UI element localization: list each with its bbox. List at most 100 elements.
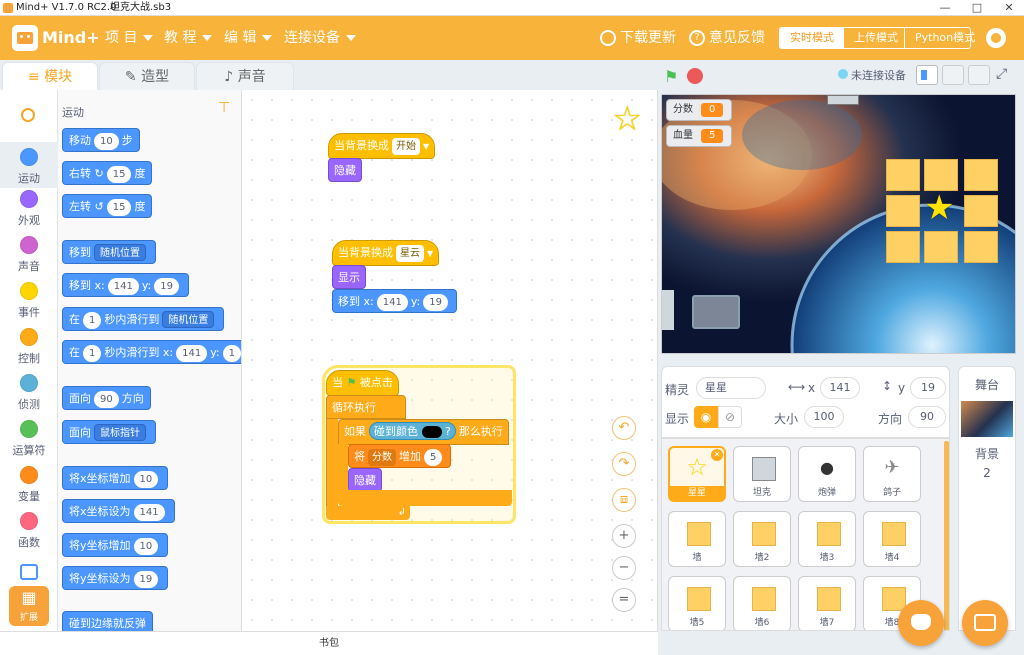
sprite-name-input[interactable]: 星星	[696, 377, 766, 399]
category-functions[interactable]: 函数	[0, 512, 58, 550]
block-bounce[interactable]: 碰到边缘就反弹	[62, 611, 153, 631]
stop-icon[interactable]	[687, 68, 703, 84]
pin-icon[interactable]: ⊤	[218, 100, 230, 116]
sprite-tile-wall7[interactable]: 墙7	[798, 576, 856, 630]
block-hide-2[interactable]: 隐藏	[348, 468, 382, 492]
delete-sprite-icon[interactable]: ✕	[711, 449, 723, 461]
block-change-variable[interactable]: 将分数 增加 5	[348, 444, 452, 468]
tab-sounds[interactable]: ♪ 声音	[196, 62, 294, 90]
size-input[interactable]: 100	[804, 406, 844, 428]
block-point-towards[interactable]: 面向 鼠标指针	[62, 420, 156, 444]
refresh-icon	[600, 30, 616, 46]
block-goto-xy-script[interactable]: 移到 x: 141 y: 19	[332, 289, 457, 313]
fullscreen-icon[interactable]: ⤢	[996, 66, 1007, 82]
tab-blocks[interactable]: ≡ 模块	[2, 62, 98, 90]
sprite-tile-wall2[interactable]: 墙2	[733, 511, 791, 567]
hat-flag-clicked[interactable]: 当 ⚑ 被点击	[326, 370, 399, 396]
block-hide-1[interactable]: 隐藏	[328, 158, 362, 182]
block-goto[interactable]: 移到 随机位置	[62, 240, 156, 264]
y-input[interactable]: 19	[910, 377, 946, 399]
download-update-button[interactable]: 下载更新	[600, 16, 676, 60]
add-backdrop-button[interactable]	[962, 600, 1008, 646]
category-variables[interactable]: 变量	[0, 466, 58, 504]
sprite-star-icon: ☆	[612, 99, 643, 139]
realtime-mode-tab[interactable]: 实时模式	[780, 27, 844, 49]
extension-button[interactable]: ▦ 扩展	[9, 586, 49, 626]
tab-costumes[interactable]: ✎ 造型	[99, 62, 195, 90]
category-operators[interactable]: 运算符	[0, 420, 58, 458]
sprite-tile-bullet[interactable]: ● 炮弹	[798, 446, 856, 502]
search-icon[interactable]	[21, 108, 35, 122]
redo-icon[interactable]: ↷	[612, 452, 636, 476]
large-stage-icon[interactable]	[968, 65, 990, 85]
block-point-direction[interactable]: 面向 90 方向	[62, 386, 151, 410]
block-glide[interactable]: 在 1 秒内滑行到 随机位置	[62, 307, 225, 331]
sprite-tile-wall3[interactable]: 墙3	[798, 511, 856, 567]
image-icon	[974, 614, 996, 631]
normal-stage-icon[interactable]	[942, 65, 964, 85]
category-sensing[interactable]: 侦测	[0, 374, 58, 412]
undo-icon[interactable]: ↶	[612, 416, 636, 440]
block-turn-left[interactable]: 左转 ↺ 15 度	[62, 194, 153, 218]
category-motion[interactable]: 运动	[0, 142, 58, 188]
sprite-tile-wall4[interactable]: 墙4	[863, 511, 921, 567]
direction-input[interactable]: 90	[908, 406, 946, 428]
close-icon[interactable]: ✕	[994, 0, 1024, 16]
zoom-in-icon[interactable]: +	[612, 524, 636, 548]
cat-icon	[911, 614, 931, 630]
block-goto-xy[interactable]: 移到 x: 141 y: 19	[62, 273, 189, 297]
sprite-tile-wall6[interactable]: 墙6	[733, 576, 791, 630]
zoom-reset-icon[interactable]: =	[612, 588, 636, 612]
stage-panel[interactable]: 舞台 背景 2	[958, 366, 1016, 631]
sprite-tile-tank[interactable]: 坦克	[733, 446, 791, 502]
menu-tutorial[interactable]: 教 程	[164, 16, 213, 60]
gear-icon[interactable]	[986, 28, 1006, 48]
feedback-button[interactable]: ? 意见反馈	[689, 16, 765, 60]
sprite-tile-wall[interactable]: 墙	[668, 511, 726, 567]
block-turn-right[interactable]: 右转 ↻ 15 度	[62, 161, 153, 185]
chip-icon[interactable]	[20, 564, 38, 580]
chevron-down-icon	[143, 35, 154, 41]
menu-edit[interactable]: 编 辑	[224, 16, 273, 60]
maximize-icon[interactable]: □	[962, 0, 992, 16]
block-glide-xy[interactable]: 在 1 秒内滑行到 x: 141 y: 1	[62, 340, 241, 364]
block-change-y[interactable]: 将y坐标增加 10	[62, 533, 169, 557]
stage-canvas[interactable]: 分数 0 血量 5 ★	[661, 94, 1016, 354]
block-set-x[interactable]: 将x坐标设为 141	[62, 499, 175, 523]
block-set-y[interactable]: 将y坐标设为 19	[62, 566, 169, 590]
block-move-steps[interactable]: 移动 10 步	[62, 128, 140, 152]
script-area[interactable]: ☆ 当背景换成 开始 ▼ 隐藏 当背景换成 星云 ▼ 显示 移到 x: 141 y: 19 当…	[242, 90, 658, 631]
menu-connect-device[interactable]: 连接设备	[284, 16, 356, 60]
color-swatch[interactable]	[421, 426, 442, 438]
category-sound[interactable]: 声音	[0, 236, 58, 274]
menu-bar: Mind+ 项 目 教 程 编 辑 连接设备 下载更新 ? 意见反馈 实时模式 上…	[0, 16, 1024, 60]
x-input[interactable]: 141	[820, 377, 860, 399]
category-looks[interactable]: 外观	[0, 190, 58, 228]
zoom-out-icon[interactable]: −	[612, 556, 636, 580]
small-stage-icon[interactable]	[916, 65, 938, 85]
minimize-icon[interactable]: —	[930, 0, 960, 16]
category-events[interactable]: 事件	[0, 282, 58, 320]
wall-sprite	[886, 195, 920, 227]
upload-mode-tab[interactable]: 上传模式	[844, 27, 908, 49]
menu-project[interactable]: 项 目	[105, 16, 154, 60]
green-flag-icon[interactable]: ⚑	[664, 67, 678, 86]
add-sprite-button[interactable]	[898, 600, 944, 646]
crop-icon[interactable]: ⧈	[612, 488, 636, 512]
block-change-x[interactable]: 将x坐标增加 10	[62, 466, 169, 490]
block-forever[interactable]: 循环执行	[326, 395, 406, 419]
eye-icon[interactable]: ◉	[694, 406, 718, 428]
category-control[interactable]: 控制	[0, 328, 58, 366]
sprite-tile-pigeon[interactable]: ✈ 鸽子	[863, 446, 921, 502]
hat-backdrop-switch-2[interactable]: 当背景换成 星云 ▼	[332, 240, 440, 266]
eye-off-icon[interactable]: ⊘	[718, 406, 742, 428]
backpack-bar[interactable]: 书包	[0, 631, 658, 655]
sprite-tile-star[interactable]: ☆ ✕ 星星	[668, 446, 726, 502]
hat-backdrop-switch-1[interactable]: 当背景换成 开始 ▼	[328, 133, 436, 159]
block-show[interactable]: 显示	[332, 265, 366, 289]
scrollbar[interactable]	[944, 441, 949, 630]
block-if-then[interactable]: 如果 碰到颜色 ? 那么执行	[338, 419, 509, 445]
python-mode-tab[interactable]: Python模式	[904, 27, 985, 49]
y-arrows-icon: ↕	[882, 379, 893, 393]
sprite-tile-wall5[interactable]: 墙5	[668, 576, 726, 630]
